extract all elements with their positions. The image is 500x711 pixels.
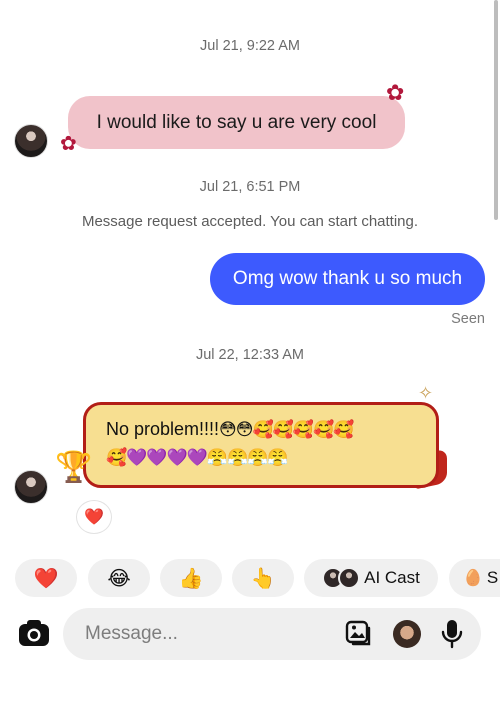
message-text: Omg wow thank u so much [232, 268, 463, 289]
quick-reply-point-up[interactable]: 👆 [232, 559, 294, 597]
sparkle-decoration-icon: ✧ [418, 383, 434, 403]
message-bubble-received[interactable]: No problem!!!!😳😳🥰🥰🥰🥰🥰 🥰💜💜💜💜😤😤😤😤 [83, 402, 439, 488]
quick-reply-extra-label: S [486, 568, 499, 587]
ai-cast-button[interactable]: AI Cast [304, 559, 438, 597]
thumbs-up-icon: 👍 [178, 567, 204, 590]
flower-decoration-icon: ✿ [386, 80, 405, 105]
quick-reply-heart[interactable]: ❤️ [15, 559, 77, 597]
pointing-up-icon: 👆 [250, 567, 276, 590]
scrollbar[interactable] [494, 0, 498, 220]
message-text: No problem!!!! [106, 419, 220, 439]
gallery-icon[interactable] [345, 620, 373, 648]
camera-icon[interactable] [18, 619, 50, 647]
laughing-emoji-icon: 😂 [107, 567, 131, 590]
timestamp: Jul 21, 9:22 AM [200, 38, 300, 54]
timestamp: Jul 21, 6:51 PM [199, 179, 301, 195]
heart-icon: ❤️ [84, 509, 104, 526]
message-bubble-received[interactable]: I would like to say u are very cool [68, 96, 405, 149]
flower-decoration-icon: ✿ [60, 133, 77, 155]
seen-status: Seen [451, 311, 485, 327]
timestamp: Jul 22, 12:33 AM [195, 347, 304, 363]
message-emoji: 😳😳🥰🥰🥰🥰🥰 [219, 420, 354, 439]
message-text: I would like to say u are very cool [96, 111, 377, 133]
quick-reply-laugh[interactable]: 😂 [88, 559, 150, 597]
quick-reply-extra[interactable]: 🥚 S [449, 559, 500, 597]
heart-icon: ❤️ [33, 567, 59, 590]
system-message: Message request accepted. You can start … [81, 213, 419, 230]
message-emoji: 🥰💜💜💜💜😤😤😤😤 [106, 448, 289, 467]
message-bubble-sent[interactable]: Omg wow thank u so much [210, 253, 485, 305]
microphone-icon[interactable] [441, 619, 463, 649]
avatar-icon [338, 567, 361, 589]
sender-avatar[interactable] [14, 470, 48, 504]
reaction-badge[interactable]: ❤️ [76, 500, 112, 534]
message-input[interactable]: Message... [85, 623, 178, 645]
avatar-sticker-icon[interactable] [393, 620, 421, 648]
trophy-decoration-icon: 🏆 [55, 451, 93, 484]
egg-emoji-icon: 🥚 [463, 570, 483, 587]
quick-reply-thumbs-up[interactable]: 👍 [160, 559, 222, 597]
sender-avatar[interactable] [14, 124, 48, 158]
ai-cast-label: AI Cast [364, 568, 420, 587]
